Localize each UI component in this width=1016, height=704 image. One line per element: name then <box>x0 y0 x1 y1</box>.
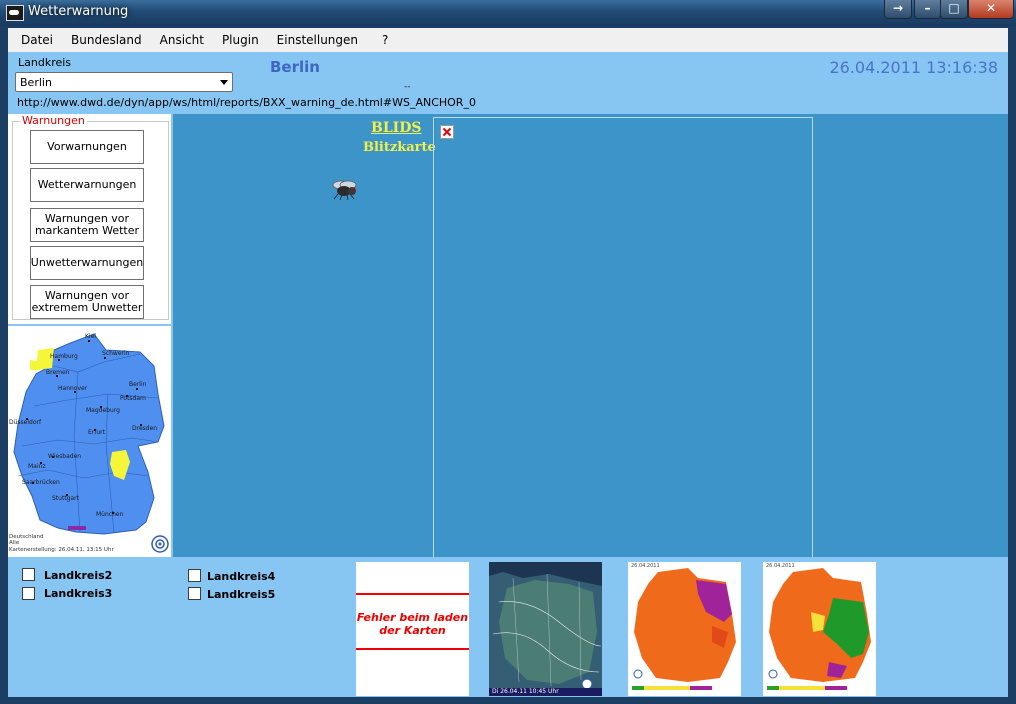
status-dots: -- <box>404 82 411 92</box>
menu-datei[interactable]: Datei <box>8 28 62 52</box>
germany-map-graphic: Kiel Hamburg Schwerin Bremen Hannover Be… <box>9 333 169 553</box>
city-label-wiesbaden: Wiesbaden <box>48 453 81 460</box>
unwetterwarnungen-button[interactable]: Unwetterwarnungen <box>30 246 144 280</box>
city-label-potsdam: Potsdam <box>120 395 146 402</box>
menu-help[interactable]: ? <box>367 28 397 52</box>
forecast-map-2 <box>767 568 871 690</box>
map-date-2: 26.04.2011 <box>766 563 795 569</box>
checkbox-landkreis5[interactable] <box>188 587 201 600</box>
warnings-panel: Warnungen Vorwarnungen Wetterwarnungen W… <box>8 114 171 324</box>
map-footer-scope: Alle <box>9 540 20 546</box>
markantes-wetter-button[interactable]: Warnungen vor markantem Wetter <box>30 208 144 242</box>
fly-icon <box>332 180 357 200</box>
checkbox-landkreis4[interactable] <box>188 569 201 582</box>
maximize-button[interactable]: □ <box>940 0 968 19</box>
forecast-thumbnail-1[interactable]: 26.04.2011 <box>628 562 741 696</box>
vorwarnungen-button[interactable]: Vorwarnungen <box>30 130 144 164</box>
extreme-warning-area <box>68 526 86 530</box>
germany-warning-map[interactable]: Kiel Hamburg Schwerin Bremen Hannover Be… <box>8 326 171 557</box>
city-label-hamburg: Hamburg <box>50 353 78 360</box>
map-thumbnail-error[interactable]: Fehler beim laden der Karten <box>356 562 469 696</box>
city-label-duesseldorf: Düsseldorf <box>9 419 42 426</box>
label-landkreis4: Landkreis4 <box>207 570 276 583</box>
city-title: Berlin <box>270 58 320 76</box>
city-label-mainz: Mainz <box>28 463 45 470</box>
checkbox-landkreis2[interactable] <box>22 568 35 581</box>
city-label-bremen: Bremen <box>46 369 70 376</box>
map-footer: Deutschland Alle Kartenerstellung: 26.04… <box>9 534 114 553</box>
warnings-legend: Warnungen <box>20 114 87 127</box>
satellite-image <box>489 562 602 696</box>
app-icon <box>6 5 24 21</box>
menu-bar: Datei Bundesland Ansicht Plugin Einstellunge… <box>8 28 1008 52</box>
window-title: Wetterwarnung <box>28 4 129 19</box>
extremes-unwetter-button[interactable]: Warnungen vor extremem Unwetter <box>30 285 144 319</box>
landkreis-label: Landkreis <box>18 56 72 69</box>
city-label-schwerin: Schwerin <box>102 350 130 357</box>
city-label-saarbruecken: Saarbrücken <box>22 479 60 486</box>
dwd-logo-icon <box>151 535 169 553</box>
error-message: Fehler beim laden der Karten <box>356 611 469 637</box>
forecast-thumbnail-2[interactable]: 26.04.2011 <box>763 562 876 696</box>
city-label-kiel: Kiel <box>85 333 96 340</box>
app-window: Wetterwarnung → – □ ✕ Datei Bundesland Ans… <box>0 0 1016 704</box>
label-landkreis5: Landkreis5 <box>207 588 276 601</box>
label-landkreis3: Landkreis3 <box>44 587 113 600</box>
satellite-timestamp: Di 26.04.11 10:45 Uhr <box>489 688 602 696</box>
checkbox-landkreis3[interactable] <box>22 587 35 600</box>
minimize-button[interactable]: – <box>914 0 941 19</box>
map-date: 26.04.2011 <box>631 563 660 569</box>
menu-einstellungen[interactable]: Einstellungen <box>268 28 367 52</box>
satellite-thumbnail[interactable]: Di 26.04.11 10:45 Uhr <box>489 562 602 696</box>
city-label-magdeburg: Magdeburg <box>86 407 120 414</box>
landkreis-dropdown[interactable]: Berlin <box>15 72 233 92</box>
menu-plugin[interactable]: Plugin <box>213 28 268 52</box>
wetterwarnungen-button[interactable]: Wetterwarnungen <box>30 168 144 202</box>
city-label-dresden: Dresden <box>132 425 157 432</box>
menu-bundesland[interactable]: Bundesland <box>62 28 151 52</box>
title-bar[interactable]: Wetterwarnung → – □ ✕ <box>0 0 1016 26</box>
error-line-bottom <box>356 648 469 650</box>
error-placeholder: Fehler beim laden der Karten <box>356 562 469 696</box>
blitzkarte-title: Blitzkarte <box>363 140 436 155</box>
client-area: Landkreis Berlin Berlin 26.04.2011 13:16… <box>8 52 1008 697</box>
datetime-display: 26.04.2011 13:16:38 <box>829 58 998 77</box>
web-content-area[interactable]: BLIDS Blitzkarte <box>173 114 1008 557</box>
city-label-erfurt: Erfurt <box>88 429 106 436</box>
menu-ansicht[interactable]: Ansicht <box>151 28 213 52</box>
close-button[interactable]: ✕ <box>968 0 1014 19</box>
city-label-muenchen: München <box>96 511 124 518</box>
landkreis-selected: Berlin <box>20 76 52 89</box>
broken-image-icon <box>440 125 454 139</box>
error-line-top <box>356 593 469 595</box>
blitzkarte-frame <box>433 117 813 557</box>
forecast-map-1 <box>632 568 736 690</box>
blids-link[interactable]: BLIDS <box>371 120 421 136</box>
label-landkreis2: Landkreis2 <box>44 569 113 582</box>
pin-button[interactable]: → <box>884 0 912 19</box>
city-label-hannover: Hannover <box>58 385 88 392</box>
city-label-stuttgart: Stuttgart <box>52 495 80 502</box>
city-label-berlin: Berlin <box>129 381 147 388</box>
url-label: http://www.dwd.de/dyn/app/ws/html/report… <box>17 96 476 109</box>
chevron-down-icon[interactable] <box>220 80 228 85</box>
map-footer-timestamp: Kartenerstellung: 26.04.11, 13:15 Uhr <box>9 547 114 553</box>
